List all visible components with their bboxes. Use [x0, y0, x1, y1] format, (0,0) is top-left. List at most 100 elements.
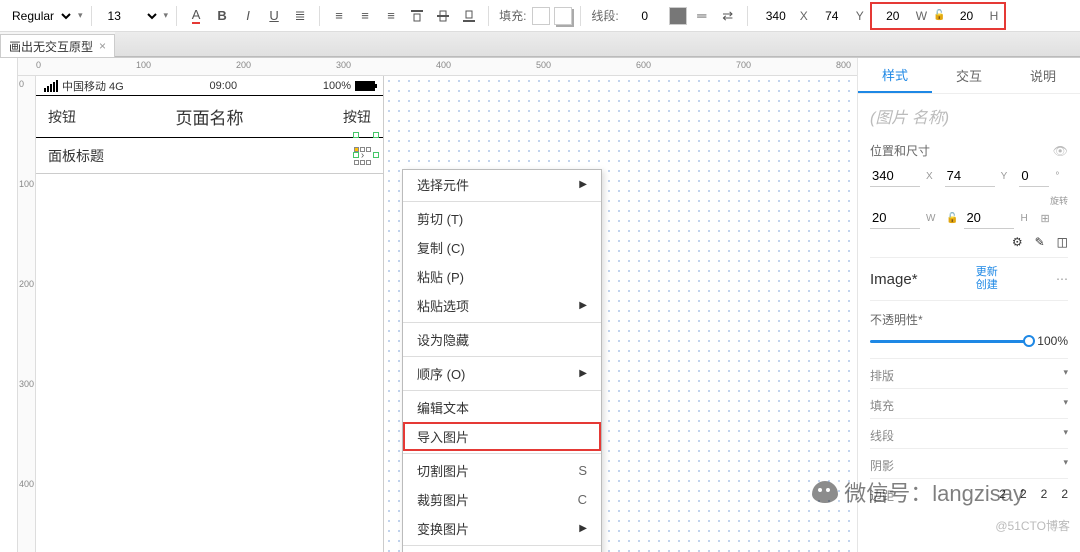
menu-copy[interactable]: 复制 (C)	[403, 233, 601, 262]
valign-middle-icon[interactable]	[432, 5, 454, 27]
menu-edit-text[interactable]: 编辑文本	[403, 393, 601, 422]
section-fill[interactable]: 填充	[870, 397, 894, 414]
line-label: 线段:	[589, 7, 620, 24]
lock-icon[interactable]: 🔓	[946, 213, 958, 224]
opacity-value: 100%	[1037, 334, 1068, 348]
pos-y-input[interactable]	[812, 6, 852, 26]
italic-icon[interactable]: I	[237, 5, 259, 27]
valign-top-icon[interactable]	[406, 5, 428, 27]
device-panel-header: 面板标题 ›	[36, 138, 383, 174]
nav-title: 页面名称	[176, 104, 244, 129]
fill-label: 填充:	[497, 7, 528, 24]
create-style-link[interactable]: 创建	[976, 279, 998, 292]
bold-icon[interactable]: B	[211, 5, 233, 27]
menu-paste-options[interactable]: 粘贴选项▶	[403, 291, 601, 320]
width-input[interactable]	[876, 6, 910, 26]
update-style-link[interactable]: 更新	[976, 266, 998, 279]
time-label: 09:00	[210, 80, 238, 92]
anchor-icon[interactable]: ⊞	[1040, 212, 1049, 225]
widget-name-input[interactable]: (图片 名称)	[870, 104, 1068, 128]
inspector-w-input[interactable]	[870, 207, 920, 229]
style-name: Image*	[870, 271, 918, 288]
inspector-tabs: 样式 交互 说明	[858, 58, 1080, 94]
inspector-rotate-input[interactable]	[1019, 165, 1049, 187]
menu-paste[interactable]: 粘贴 (P)	[403, 262, 601, 291]
menu-transform-image[interactable]: 变换图片▶	[403, 514, 601, 543]
page-left-gutter	[0, 58, 18, 552]
section-shadow[interactable]: 阴影	[870, 457, 894, 474]
settings-icon[interactable]: ⚙	[1012, 235, 1023, 249]
chevron-down-icon: ▾	[78, 10, 83, 21]
align-right-icon[interactable]: ≡	[380, 5, 402, 27]
canvas-area[interactable]: 0 100 200 300 400 500 600 700 800 0 100 …	[18, 58, 857, 552]
pos-x-input[interactable]	[756, 6, 796, 26]
menu-interaction-style[interactable]: 交互样式...	[403, 548, 601, 552]
inspector-y-input[interactable]	[945, 165, 995, 187]
line-style-icon[interactable]: ═	[691, 5, 713, 27]
position-box: X Y	[756, 6, 866, 26]
tab-style[interactable]: 样式	[858, 58, 932, 93]
close-icon[interactable]: ×	[99, 39, 106, 53]
device-nav-bar: 按钮 页面名称 按钮	[36, 96, 383, 138]
section-position-size: 位置和尺寸	[870, 142, 930, 159]
lock-icon[interactable]: 🔓	[933, 10, 945, 21]
align-left-icon[interactable]: ≡	[328, 5, 350, 27]
submenu-arrow-icon: ▶	[579, 368, 587, 379]
device-frame: 中国移动 4G 09:00 100% 按钮 页面名称 按钮 面板标题	[36, 76, 384, 552]
edit-icon[interactable]: ✎	[1035, 235, 1045, 249]
menu-cut[interactable]: 剪切 (T)	[403, 204, 601, 233]
inspector-h-input[interactable]	[964, 207, 1014, 229]
battery-icon	[355, 81, 375, 91]
tab-interaction[interactable]: 交互	[932, 58, 1006, 93]
file-tab[interactable]: 画出无交互原型 ×	[0, 34, 115, 57]
size-box-highlight: W 🔓 H	[870, 2, 1006, 30]
line-color-swatch[interactable]	[669, 7, 687, 25]
font-color-icon[interactable]: A	[185, 5, 207, 27]
file-tab-label: 画出无交互原型	[9, 38, 93, 55]
more-icon[interactable]: ⋯	[1056, 272, 1068, 286]
fill-color-swatch[interactable]	[532, 7, 550, 25]
arrow-style-icon[interactable]: ⇄	[717, 5, 739, 27]
font-size-select[interactable]: 13	[100, 6, 160, 26]
watermark: 微信号：langzisay	[812, 476, 1024, 508]
chevron-down-icon: ▾	[164, 10, 169, 21]
nav-right-button[interactable]: 按钮	[343, 107, 371, 127]
menu-slice-image[interactable]: 切割图片S	[403, 456, 601, 485]
submenu-arrow-icon: ▶	[579, 523, 587, 534]
menu-import-image[interactable]: 导入图片	[403, 422, 601, 451]
battery-pct: 100%	[323, 80, 351, 92]
top-toolbar: Regular ▾ 13 ▾ A B I U ≣ ≡ ≡ ≡ 填充: 线段: ═…	[0, 0, 1080, 32]
crop-icon[interactable]: ◫	[1057, 235, 1068, 249]
submenu-arrow-icon: ▶	[579, 300, 587, 311]
menu-order[interactable]: 顺序 (O)▶	[403, 359, 601, 388]
nav-left-button[interactable]: 按钮	[48, 107, 76, 127]
tab-notes[interactable]: 说明	[1006, 58, 1080, 93]
underline-icon[interactable]: U	[263, 5, 285, 27]
height-input[interactable]	[950, 6, 984, 26]
menu-crop-image[interactable]: 裁剪图片C	[403, 485, 601, 514]
align-center-icon[interactable]: ≡	[354, 5, 376, 27]
list-icon[interactable]: ≣	[289, 5, 311, 27]
carrier-label: 中国移动 4G	[62, 78, 124, 94]
font-family-select[interactable]: Regular	[4, 6, 74, 26]
submenu-arrow-icon: ▶	[579, 179, 587, 190]
valign-bottom-icon[interactable]	[458, 5, 480, 27]
section-line[interactable]: 线段	[870, 427, 894, 444]
line-width-input[interactable]	[625, 6, 665, 26]
file-tab-strip: 画出无交互原型 ×	[0, 32, 1080, 58]
selection-handles[interactable]	[356, 135, 376, 155]
section-layout[interactable]: 排版	[870, 367, 894, 384]
wechat-icon	[812, 481, 838, 503]
inspector-x-input[interactable]	[870, 165, 920, 187]
opacity-label: 不透明性*	[870, 311, 923, 328]
context-menu: 选择元件▶ 剪切 (T) 复制 (C) 粘贴 (P) 粘贴选项▶ 设为隐藏 顺序…	[402, 169, 602, 552]
panel-title: 面板标题	[48, 146, 104, 166]
fill-shadow-swatch[interactable]	[554, 7, 572, 25]
opacity-slider[interactable]	[870, 340, 1029, 343]
ruler-horizontal: 0 100 200 300 400 500 600 700 800	[18, 58, 857, 76]
signal-icon	[44, 80, 58, 92]
menu-select-element[interactable]: 选择元件▶	[403, 170, 601, 199]
menu-set-hidden[interactable]: 设为隐藏	[403, 325, 601, 354]
visibility-icon[interactable]: 👁	[1053, 144, 1068, 158]
ruler-vertical: 0 100 200 300 400	[18, 76, 36, 552]
